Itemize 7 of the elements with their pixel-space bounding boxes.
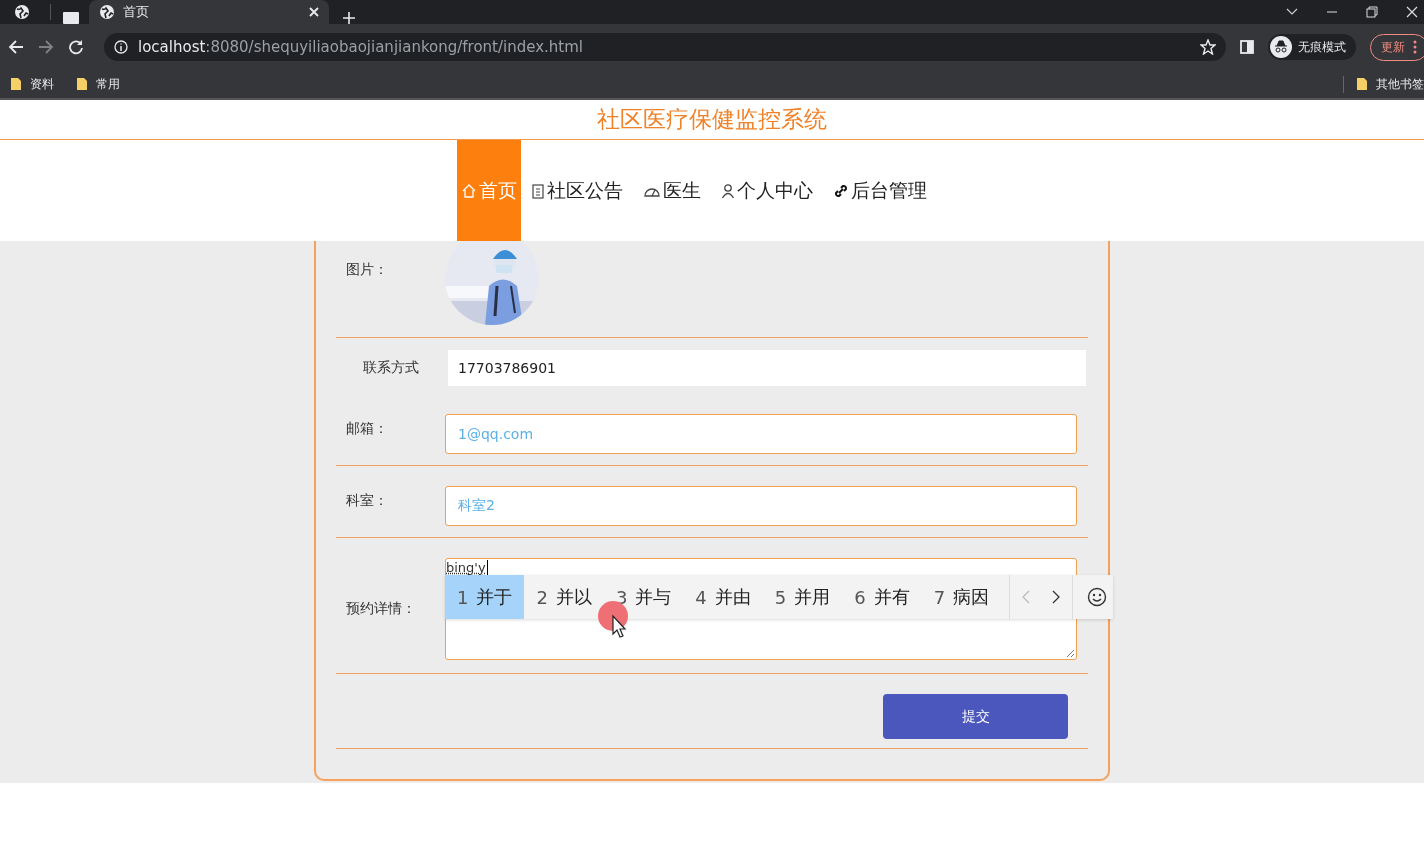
url-text: localhost:8080/shequyiliaobaojianjiankong/front/index.html [138, 38, 585, 56]
field-label: 科室： [345, 491, 389, 510]
field-label: 邮箱： [345, 419, 389, 438]
field-label: 图片： [345, 260, 389, 279]
field-label: 预约详情： [345, 600, 417, 618]
site-title: 社区医疗保健监控系统 [597, 105, 827, 134]
field-label: 联系方式 [362, 359, 420, 377]
